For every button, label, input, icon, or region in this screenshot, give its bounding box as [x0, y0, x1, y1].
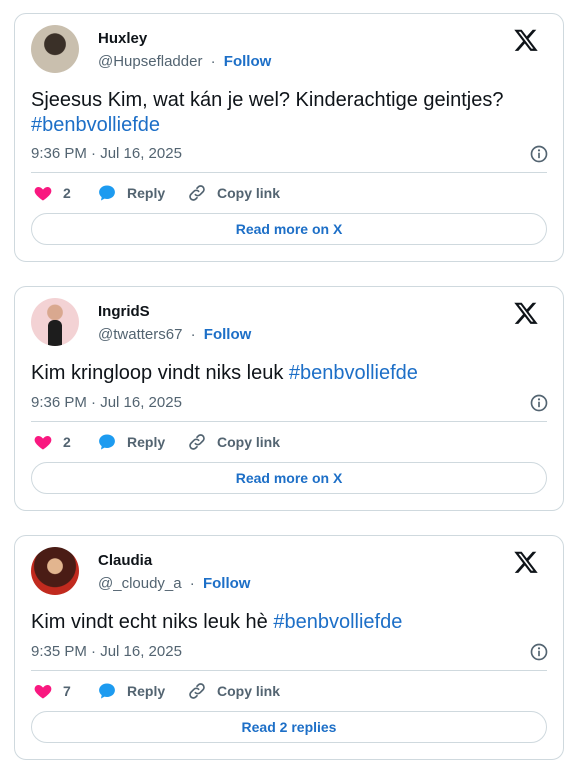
avatar[interactable]	[31, 298, 79, 346]
heart-icon	[34, 685, 52, 699]
copy-link-label: Copy link	[217, 434, 281, 450]
x-logo-icon[interactable]	[513, 549, 539, 575]
author-handle[interactable]: @_cloudy_a	[98, 575, 182, 592]
author-handle[interactable]: @Hupsefladder	[98, 53, 202, 70]
action-bar: 2 Reply Copy link	[31, 183, 541, 205]
like-count: 2	[63, 434, 71, 450]
follow-button[interactable]: Follow	[204, 326, 252, 343]
copy-link-button[interactable]: Copy link	[187, 681, 280, 701]
like-button[interactable]: 2	[33, 432, 71, 452]
timestamp[interactable]: 9:36 PM · Jul 16, 2025	[31, 145, 182, 162]
x-logo-icon[interactable]	[513, 300, 539, 326]
x-logo-icon[interactable]	[513, 27, 539, 53]
separator: ·	[210, 53, 216, 70]
action-bar: 7 Reply Copy link	[31, 681, 541, 703]
hashtag-link[interactable]: #benbvolliefde	[31, 114, 160, 136]
tweet-header: Claudia @_cloudy_a · Follow	[31, 547, 541, 597]
tweet-meta: 9:35 PM · Jul 16, 2025	[31, 642, 549, 662]
tweet-header: Huxley @Hupsefladder · Follow	[31, 25, 541, 75]
reply-button[interactable]: Reply	[97, 681, 165, 701]
read-more-button[interactable]: Read more on X	[31, 462, 547, 494]
divider	[31, 670, 547, 671]
heart-icon	[34, 187, 52, 201]
like-button[interactable]: 7	[33, 681, 71, 701]
link-icon	[189, 434, 205, 450]
info-icon[interactable]	[529, 144, 549, 164]
copy-link-button[interactable]: Copy link	[187, 432, 280, 452]
separator: ·	[190, 326, 196, 343]
author-handle-row: @_cloudy_a · Follow	[98, 575, 250, 592]
read-replies-button[interactable]: Read 2 replies	[31, 711, 547, 743]
separator: ·	[189, 575, 195, 592]
reply-label: Reply	[127, 185, 166, 201]
reply-label: Reply	[127, 434, 166, 450]
heart-icon	[34, 436, 52, 450]
tweet-text: Sjeesus Kim, wat kán je wel? Kinderachti…	[31, 89, 504, 136]
avatar[interactable]	[31, 25, 79, 73]
tweet-card: Huxley @Hupsefladder · Follow Sjeesus Ki…	[14, 13, 564, 262]
info-icon[interactable]	[529, 642, 549, 662]
tweet-text: Kim kringloop vindt niks leuk #benbvolli…	[31, 362, 418, 384]
tweet-meta: 9:36 PM · Jul 16, 2025	[31, 393, 549, 413]
copy-link-label: Copy link	[217, 683, 281, 699]
reply-bubble-icon	[99, 185, 115, 201]
reply-button[interactable]: Reply	[97, 432, 165, 452]
info-icon[interactable]	[529, 393, 549, 413]
divider	[31, 172, 547, 173]
tweet-card: Claudia @_cloudy_a · Follow Kim vindt ec…	[14, 535, 564, 760]
hashtag-link[interactable]: #benbvolliefde	[289, 362, 418, 384]
like-button[interactable]: 2	[33, 183, 71, 203]
follow-button[interactable]: Follow	[224, 53, 272, 70]
link-icon	[189, 683, 205, 699]
tweet-text: Kim vindt echt niks leuk hè #benbvollief…	[31, 611, 403, 633]
like-count: 7	[63, 683, 71, 699]
like-count: 2	[63, 185, 71, 201]
copy-link-button[interactable]: Copy link	[187, 183, 280, 203]
tweet-header: IngridS @twatters67 · Follow	[31, 298, 541, 348]
divider	[31, 421, 547, 422]
copy-link-label: Copy link	[217, 185, 281, 201]
author-name[interactable]: IngridS	[98, 303, 150, 320]
reply-bubble-icon	[99, 434, 115, 450]
author-handle-row: @Hupsefladder · Follow	[98, 53, 271, 70]
timestamp[interactable]: 9:35 PM · Jul 16, 2025	[31, 643, 182, 660]
author-name[interactable]: Huxley	[98, 30, 147, 47]
author-handle[interactable]: @twatters67	[98, 326, 182, 343]
reply-bubble-icon	[99, 683, 115, 699]
avatar[interactable]	[31, 547, 79, 595]
timestamp[interactable]: 9:36 PM · Jul 16, 2025	[31, 394, 182, 411]
action-bar: 2 Reply Copy link	[31, 432, 541, 454]
reply-button[interactable]: Reply	[97, 183, 165, 203]
follow-button[interactable]: Follow	[203, 575, 251, 592]
tweet-card: IngridS @twatters67 · Follow Kim kringlo…	[14, 286, 564, 511]
author-name[interactable]: Claudia	[98, 552, 152, 569]
hashtag-link[interactable]: #benbvolliefde	[273, 611, 402, 633]
author-handle-row: @twatters67 · Follow	[98, 326, 251, 343]
read-more-button[interactable]: Read more on X	[31, 213, 547, 245]
tweet-meta: 9:36 PM · Jul 16, 2025	[31, 144, 549, 164]
link-icon	[189, 185, 205, 201]
reply-label: Reply	[127, 683, 166, 699]
